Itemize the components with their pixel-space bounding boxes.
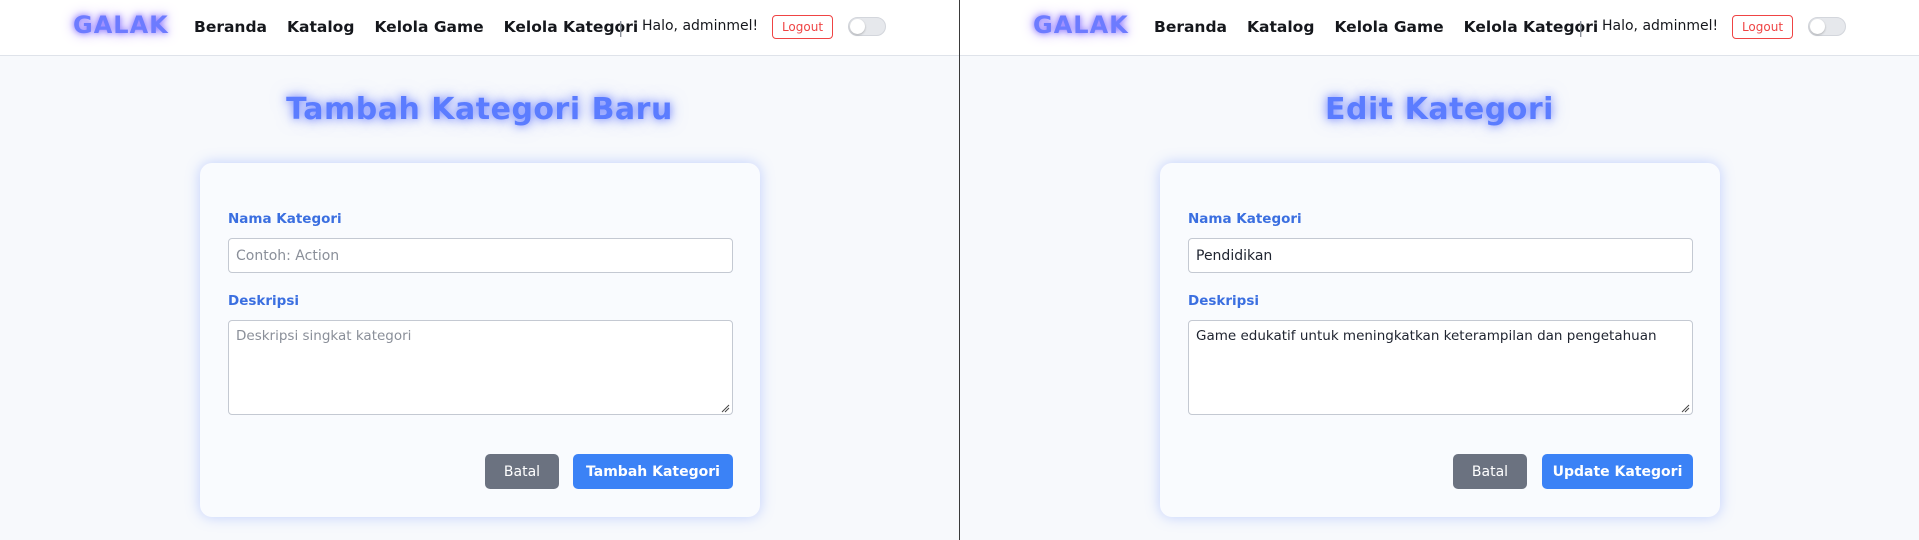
theme-toggle[interactable]	[1808, 17, 1846, 36]
category-form-card: Nama Kategori Deskripsi Batal Tambah Kat…	[200, 163, 760, 517]
nav-links: Beranda Katalog Kelola Game Kelola Kateg…	[1154, 18, 1618, 36]
nav-link-beranda[interactable]: Beranda	[194, 18, 267, 36]
description-textarea[interactable]	[228, 320, 733, 415]
nav-link-kelola-game[interactable]: Kelola Game	[374, 18, 483, 36]
description-textarea[interactable]: Game edukatif untuk meningkatkan keteram…	[1188, 320, 1693, 415]
resize-grip-icon[interactable]	[1680, 403, 1690, 413]
resize-grip-icon[interactable]	[720, 403, 730, 413]
navbar: GALAK Beranda Katalog Kelola Game Kelola…	[960, 0, 1919, 56]
nav-link-beranda[interactable]: Beranda	[1154, 18, 1227, 36]
logout-button[interactable]: Logout	[772, 15, 833, 39]
edit-category-window: GALAK Beranda Katalog Kelola Game Kelola…	[960, 0, 1919, 540]
toggle-switch-icon	[1810, 19, 1825, 34]
cancel-button[interactable]: Batal	[1453, 454, 1527, 489]
nav-link-katalog[interactable]: Katalog	[287, 18, 354, 36]
site-logo[interactable]: GALAK	[73, 11, 169, 39]
screens: GALAK Beranda Katalog Kelola Game Kelola…	[0, 0, 1919, 540]
nav-link-katalog[interactable]: Katalog	[1247, 18, 1314, 36]
name-field-label: Nama Kategori	[1188, 211, 1302, 227]
add-category-window: GALAK Beranda Katalog Kelola Game Kelola…	[0, 0, 960, 540]
cancel-button[interactable]: Batal	[485, 454, 559, 489]
page-title: Tambah Kategori Baru	[286, 92, 673, 127]
nav-links: Beranda Katalog Kelola Game Kelola Kateg…	[194, 18, 658, 36]
description-field-label: Deskripsi	[1188, 293, 1259, 309]
category-name-input[interactable]	[228, 238, 733, 273]
category-form-card: Nama Kategori Deskripsi Game edukatif un…	[1160, 163, 1720, 517]
category-name-input[interactable]	[1188, 238, 1693, 273]
navbar: GALAK Beranda Katalog Kelola Game Kelola…	[0, 0, 959, 56]
add-category-button[interactable]: Tambah Kategori	[573, 454, 733, 489]
update-category-button[interactable]: Update Kategori	[1542, 454, 1693, 489]
page-title: Edit Kategori	[1325, 92, 1554, 127]
nav-link-kelola-game[interactable]: Kelola Game	[1334, 18, 1443, 36]
user-greeting: Halo, adminmel!	[1602, 18, 1719, 34]
user-greeting: Halo, adminmel!	[642, 18, 759, 34]
site-logo[interactable]: GALAK	[1033, 11, 1129, 39]
name-field-label: Nama Kategori	[228, 211, 342, 227]
nav-separator: |	[618, 18, 624, 37]
description-field-label: Deskripsi	[228, 293, 299, 309]
toggle-switch-icon	[850, 19, 865, 34]
logout-button[interactable]: Logout	[1732, 15, 1793, 39]
theme-toggle[interactable]	[848, 17, 886, 36]
nav-separator: |	[1578, 18, 1584, 37]
